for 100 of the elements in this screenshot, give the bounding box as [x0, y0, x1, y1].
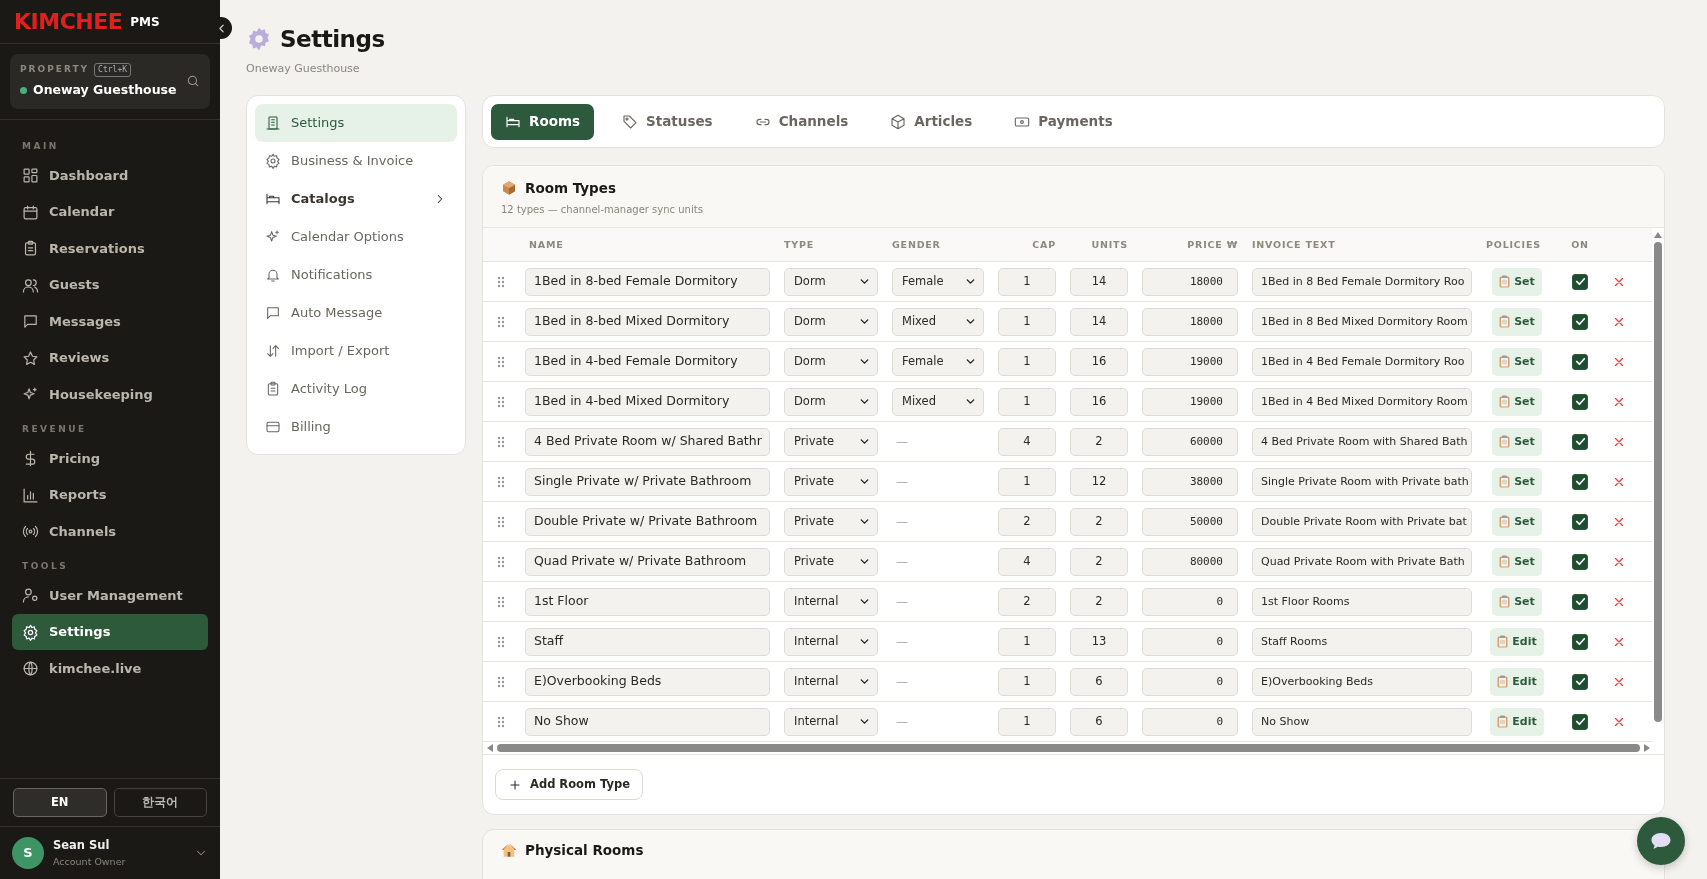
- settings-menu-item[interactable]: Business & Invoice: [255, 142, 457, 180]
- settings-menu-item[interactable]: Import / Export: [255, 332, 457, 370]
- policy-button[interactable]: Set: [1492, 267, 1542, 296]
- type-select[interactable]: Internal: [784, 627, 878, 656]
- gender-select[interactable]: Mixed: [892, 387, 984, 416]
- policy-button[interactable]: Set: [1492, 507, 1542, 536]
- drag-handle-icon[interactable]: [497, 715, 505, 728]
- type-select[interactable]: Private: [784, 427, 878, 456]
- units-field[interactable]: 13: [1070, 627, 1128, 656]
- capacity-field[interactable]: 1: [998, 467, 1056, 496]
- capacity-field[interactable]: 1: [998, 307, 1056, 336]
- nav-item[interactable]: Dashboard: [12, 157, 208, 194]
- invoice-text-field[interactable]: No Show: [1252, 707, 1472, 736]
- name-field[interactable]: 1Bed in 4-bed Mixed Dormitory: [525, 387, 770, 416]
- capacity-field[interactable]: 1: [998, 667, 1056, 696]
- invoice-text-field[interactable]: Double Private Room with Private bat: [1252, 507, 1472, 536]
- invoice-text-field[interactable]: Quad Private Room with Private Bath: [1252, 547, 1472, 576]
- checkbox[interactable]: [1572, 433, 1588, 450]
- settings-menu-item[interactable]: Activity Log: [255, 370, 457, 408]
- policy-button[interactable]: Set: [1492, 387, 1542, 416]
- checkbox[interactable]: [1572, 393, 1588, 410]
- invoice-text-field[interactable]: 4 Bed Private Room with Shared Bath: [1252, 427, 1472, 456]
- units-field[interactable]: 12: [1070, 467, 1128, 496]
- units-field[interactable]: 2: [1070, 587, 1128, 616]
- type-select[interactable]: Internal: [784, 707, 878, 736]
- type-select[interactable]: Private: [784, 467, 878, 496]
- price-field[interactable]: 0: [1142, 707, 1238, 736]
- nav-item[interactable]: Reservations: [12, 230, 208, 267]
- capacity-field[interactable]: 1: [998, 627, 1056, 656]
- checkbox[interactable]: [1572, 633, 1588, 650]
- nav-item[interactable]: Messages: [12, 303, 208, 340]
- checkbox[interactable]: [1572, 713, 1588, 730]
- policy-button[interactable]: Set: [1492, 307, 1542, 336]
- invoice-text-field[interactable]: 1st Floor Rooms: [1252, 587, 1472, 616]
- capacity-field[interactable]: 4: [998, 427, 1056, 456]
- policy-button[interactable]: Edit: [1490, 627, 1544, 656]
- nav-item[interactable]: Guests: [12, 266, 208, 304]
- price-field[interactable]: 19000: [1142, 347, 1238, 376]
- add-room-type-button[interactable]: Add Room Type: [495, 769, 644, 801]
- settings-menu-item[interactable]: Notifications: [255, 256, 457, 294]
- nav-item[interactable]: User Management: [12, 577, 208, 614]
- type-select[interactable]: Private: [784, 507, 878, 536]
- scroll-left-arrow-icon[interactable]: [487, 744, 493, 753]
- name-field[interactable]: Double Private w/ Private Bathroom: [525, 507, 770, 536]
- tab[interactable]: Payments: [1000, 103, 1127, 140]
- name-field[interactable]: 1Bed in 8-bed Mixed Dormitory: [525, 307, 770, 336]
- drag-handle-icon[interactable]: [497, 595, 505, 608]
- drag-handle-icon[interactable]: [497, 435, 505, 448]
- nav-item[interactable]: Housekeeping: [12, 376, 208, 413]
- price-field[interactable]: 0: [1142, 627, 1238, 656]
- policy-button[interactable]: Edit: [1490, 667, 1544, 696]
- nav-item[interactable]: Reports: [12, 476, 208, 514]
- settings-menu-item[interactable]: Settings: [255, 104, 457, 142]
- property-switcher[interactable]: PROPERTY Ctrl+K Oneway Guesthouse: [10, 54, 210, 109]
- settings-menu-item[interactable]: Auto Message: [255, 294, 457, 332]
- price-field[interactable]: 60000: [1142, 427, 1238, 456]
- checkbox[interactable]: [1572, 473, 1588, 490]
- units-field[interactable]: 2: [1070, 547, 1128, 576]
- nav-item[interactable]: Calendar: [12, 193, 208, 231]
- checkbox[interactable]: [1572, 313, 1588, 330]
- tab[interactable]: Rooms: [491, 103, 595, 140]
- name-field[interactable]: E)Overbooking Beds: [525, 667, 770, 696]
- type-select[interactable]: Dorm: [784, 347, 878, 376]
- price-field[interactable]: 0: [1142, 587, 1238, 616]
- gender-select[interactable]: Mixed: [892, 307, 984, 336]
- policy-button[interactable]: Set: [1492, 347, 1542, 376]
- gender-select[interactable]: Female: [892, 267, 984, 296]
- name-field[interactable]: 4 Bed Private Room w/ Shared Bathr: [525, 427, 770, 456]
- drag-handle-icon[interactable]: [497, 275, 505, 288]
- price-field[interactable]: 0: [1142, 667, 1238, 696]
- capacity-field[interactable]: 4: [998, 547, 1056, 576]
- nav-item[interactable]: Settings: [12, 613, 208, 651]
- policy-button[interactable]: Edit: [1490, 707, 1544, 736]
- checkbox[interactable]: [1572, 513, 1588, 530]
- price-field[interactable]: 50000: [1142, 507, 1238, 536]
- checkbox[interactable]: [1572, 673, 1588, 690]
- type-select[interactable]: Internal: [784, 667, 878, 696]
- drag-handle-icon[interactable]: [497, 475, 505, 488]
- name-field[interactable]: 1st Floor: [525, 587, 770, 616]
- drag-handle-icon[interactable]: [497, 355, 505, 368]
- language-button[interactable]: 한국어: [113, 788, 207, 817]
- settings-menu-item[interactable]: Billing: [255, 408, 457, 446]
- capacity-field[interactable]: 2: [998, 587, 1056, 616]
- tab[interactable]: Statuses: [608, 103, 727, 140]
- drag-handle-icon[interactable]: [497, 315, 505, 328]
- scroll-up-arrow-icon[interactable]: [1654, 232, 1662, 239]
- type-select[interactable]: Dorm: [784, 387, 878, 416]
- invoice-text-field[interactable]: 1Bed in 8 Bed Female Dormitory Roo: [1252, 267, 1472, 296]
- price-field[interactable]: 38000: [1142, 467, 1238, 496]
- name-field[interactable]: Single Private w/ Private Bathroom: [525, 467, 770, 496]
- drag-handle-icon[interactable]: [497, 555, 505, 568]
- invoice-text-field[interactable]: 1Bed in 4 Bed Mixed Dormitory Room: [1252, 387, 1472, 416]
- type-select[interactable]: Dorm: [784, 307, 878, 336]
- drag-handle-icon[interactable]: [497, 395, 505, 408]
- settings-menu-item[interactable]: Catalogs: [255, 180, 457, 218]
- policy-button[interactable]: Set: [1492, 467, 1542, 496]
- price-field[interactable]: 19000: [1142, 387, 1238, 416]
- drag-handle-icon[interactable]: [497, 635, 505, 648]
- nav-item[interactable]: kimchee.live: [12, 650, 208, 687]
- capacity-field[interactable]: 1: [998, 267, 1056, 296]
